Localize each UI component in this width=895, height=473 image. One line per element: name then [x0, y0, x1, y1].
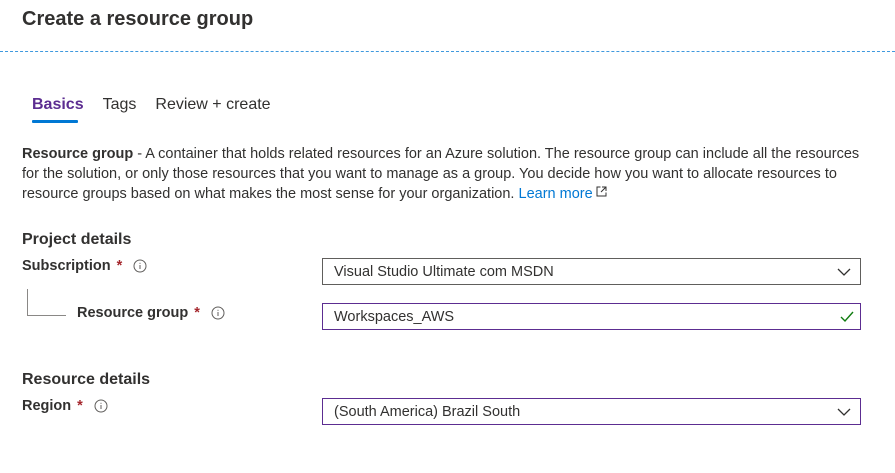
description-term: Resource group: [22, 146, 134, 162]
required-asterisk: *: [77, 398, 83, 414]
page-title: Create a resource group: [22, 8, 254, 30]
info-icon[interactable]: [94, 399, 108, 413]
region-value: (South America) Brazil South: [334, 403, 521, 420]
region-label-text: Region: [22, 398, 72, 414]
learn-more-link[interactable]: Learn more: [519, 186, 607, 202]
resource-group-description: Resource group - A container that holds …: [22, 144, 862, 204]
region-select[interactable]: (South America) Brazil South: [322, 398, 861, 425]
subscription-value: Visual Studio Ultimate com MSDN: [334, 263, 554, 280]
subscription-label: Subscription *: [22, 258, 147, 274]
required-asterisk: *: [116, 258, 123, 274]
active-tab-indicator: [32, 120, 78, 123]
hierarchy-connector: [27, 289, 66, 316]
project-details-heading: Project details: [22, 231, 132, 248]
region-label: Region *: [22, 398, 108, 414]
resource-group-input[interactable]: Workspaces_AWS: [322, 303, 861, 330]
required-asterisk: *: [194, 305, 200, 321]
learn-more-label: Learn more: [518, 186, 593, 202]
checkmark-icon: [840, 311, 854, 323]
resource-group-label: Resource group *: [77, 305, 225, 321]
chevron-down-icon: [837, 268, 851, 276]
description-text: - A container that holds related resourc…: [22, 146, 860, 202]
resource-group-value: Workspaces_AWS: [334, 308, 455, 325]
subscription-select[interactable]: Visual Studio Ultimate com MSDN: [322, 258, 861, 285]
resource-group-label-text: Resource group: [77, 305, 189, 321]
tab-review-create[interactable]: Review + create: [155, 96, 270, 124]
chevron-down-icon: [837, 408, 851, 416]
resource-details-heading: Resource details: [22, 371, 151, 388]
info-icon[interactable]: [133, 259, 147, 273]
tab-tags[interactable]: Tags: [103, 96, 137, 124]
info-icon[interactable]: [211, 306, 225, 320]
subscription-label-text: Subscription: [22, 258, 111, 274]
title-divider: [0, 51, 895, 52]
external-link-icon: [596, 186, 607, 197]
